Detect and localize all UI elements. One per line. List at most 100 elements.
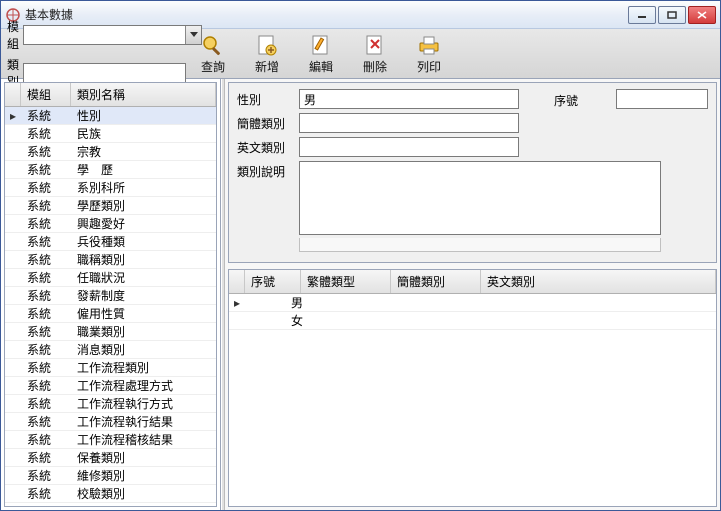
edit-button[interactable]: 編輯 <box>300 33 342 75</box>
cell-name: 校驗類別 <box>71 485 216 502</box>
cell-module: 系統 <box>21 251 71 268</box>
table-row[interactable]: 系統兵役種類 <box>5 233 216 251</box>
table-row[interactable]: 系統民族 <box>5 125 216 143</box>
gender-label: 性別 <box>237 89 293 108</box>
col-seq[interactable]: 序號 <box>245 270 301 293</box>
cell-module: 系統 <box>21 341 71 358</box>
cell-name: 學歷類別 <box>71 197 216 214</box>
table-row[interactable]: 女 <box>229 312 716 330</box>
close-button[interactable] <box>688 6 716 24</box>
cell-name: 興趣愛好 <box>71 215 216 232</box>
cell-name: 消息類別 <box>71 341 216 358</box>
cell-name: 職業類別 <box>71 323 216 340</box>
cell-module: 系統 <box>21 233 71 250</box>
table-row[interactable]: 系統工作流程執行結果 <box>5 413 216 431</box>
detail-grid-body[interactable]: ▸男女 <box>229 294 716 506</box>
cell-module: 系統 <box>21 485 71 502</box>
eng-input[interactable] <box>299 137 519 157</box>
cell-name: 維修類別 <box>71 467 216 484</box>
detail-grid[interactable]: 序號 繁體類型 簡體類別 英文類別 ▸男女 <box>228 269 717 507</box>
table-row[interactable]: 系統校驗類別 <box>5 485 216 503</box>
table-row[interactable]: 系統宗教 <box>5 143 216 161</box>
simp-input[interactable] <box>299 113 519 133</box>
cell-module: 系統 <box>21 287 71 304</box>
cell-module: 系統 <box>21 467 71 484</box>
cell-trad: 女 <box>285 312 375 329</box>
cell-module: 系統 <box>21 413 71 430</box>
cell-module: 系統 <box>21 377 71 394</box>
seq-input[interactable] <box>616 89 708 109</box>
maximize-button[interactable] <box>658 6 686 24</box>
table-row[interactable]: 系統僱用性質 <box>5 305 216 323</box>
table-row[interactable]: 系統工作流程稽核結果 <box>5 431 216 449</box>
table-row[interactable]: 系統維修類別 <box>5 467 216 485</box>
cell-name: 性別 <box>71 107 216 124</box>
gender-input[interactable] <box>299 89 519 109</box>
chevron-down-icon[interactable] <box>185 26 201 44</box>
table-row[interactable]: 系統保養類別 <box>5 449 216 467</box>
cell-name: 系別科所 <box>71 179 216 196</box>
edit-label: 編輯 <box>309 58 333 75</box>
desc-label: 類別說明 <box>237 161 293 180</box>
table-row[interactable]: 系統興趣愛好 <box>5 215 216 233</box>
print-label: 列印 <box>417 58 441 75</box>
cell-name: 工作流程稽核結果 <box>71 431 216 448</box>
cell-name: 發薪制度 <box>71 287 216 304</box>
cell-name: 職稱類別 <box>71 251 216 268</box>
module-combo[interactable] <box>23 25 202 45</box>
edit-icon <box>308 33 334 57</box>
category-grid-body[interactable]: ▸系統性別系統民族系統宗教系統學 歷系統系別科所系統學歷類別系統興趣愛好系統兵役… <box>5 107 216 506</box>
table-row[interactable]: ▸男 <box>229 294 716 312</box>
category-grid[interactable]: 模組 類別名稱 ▸系統性別系統民族系統宗教系統學 歷系統系別科所系統學歷類別系統… <box>4 82 217 507</box>
desc-textarea[interactable] <box>299 161 661 235</box>
cell-name: 學 歷 <box>71 161 216 178</box>
table-row[interactable]: 系統工作流程執行方式 <box>5 395 216 413</box>
cell-module: 系統 <box>21 323 71 340</box>
table-row[interactable]: ▸系統性別 <box>5 107 216 125</box>
add-button[interactable]: 新增 <box>246 33 288 75</box>
query-label: 查詢 <box>201 58 225 75</box>
print-button[interactable]: 列印 <box>408 33 450 75</box>
cell-module: 系統 <box>21 431 71 448</box>
row-indicator: ▸ <box>5 109 21 123</box>
seq-label: 序號 <box>554 90 610 109</box>
cell-name: 工作流程執行方式 <box>71 395 216 412</box>
cell-name: 保養類別 <box>71 449 216 466</box>
desc-hscroll[interactable] <box>299 238 661 252</box>
minimize-button[interactable] <box>628 6 656 24</box>
toolbar: 模組 類別 查詢 新增 編輯 刪除 列印 <box>1 29 720 79</box>
table-row[interactable]: 系統工作流程類別 <box>5 359 216 377</box>
cell-name: 任職狀況 <box>71 269 216 286</box>
col-name[interactable]: 類別名稱 <box>71 83 216 106</box>
category-grid-header: 模組 類別名稱 <box>5 83 216 107</box>
detail-grid-header: 序號 繁體類型 簡體類別 英文類別 <box>229 270 716 294</box>
delete-button[interactable]: 刪除 <box>354 33 396 75</box>
left-panel: 模組 類別名稱 ▸系統性別系統民族系統宗教系統學 歷系統系別科所系統學歷類別系統… <box>1 79 221 510</box>
col-module[interactable]: 模組 <box>21 83 71 106</box>
table-row[interactable]: 系統職稱類別 <box>5 251 216 269</box>
cell-module: 系統 <box>21 125 71 142</box>
col-eng[interactable]: 英文類別 <box>481 270 716 293</box>
table-row[interactable]: 系統學歷類別 <box>5 197 216 215</box>
table-row[interactable]: 系統消息類別 <box>5 341 216 359</box>
table-row[interactable]: 系統學 歷 <box>5 161 216 179</box>
cell-name: 宗教 <box>71 143 216 160</box>
cell-module: 系統 <box>21 143 71 160</box>
module-label: 模組 <box>7 18 19 52</box>
cell-module: 系統 <box>21 359 71 376</box>
cell-name: 工作流程類別 <box>71 359 216 376</box>
cell-name: 工作流程執行結果 <box>71 413 216 430</box>
cell-name: 僱用性質 <box>71 305 216 322</box>
delete-label: 刪除 <box>363 58 387 75</box>
table-row[interactable]: 系統任職狀況 <box>5 269 216 287</box>
cell-module: 系統 <box>21 107 71 124</box>
table-row[interactable]: 系統系別科所 <box>5 179 216 197</box>
table-row[interactable]: 系統職業類別 <box>5 323 216 341</box>
col-trad[interactable]: 繁體類型 <box>301 270 391 293</box>
col-simp[interactable]: 簡體類別 <box>391 270 481 293</box>
add-icon <box>254 33 280 57</box>
cell-module: 系統 <box>21 395 71 412</box>
table-row[interactable]: 系統發薪制度 <box>5 287 216 305</box>
table-row[interactable]: 系統工作流程處理方式 <box>5 377 216 395</box>
module-input[interactable] <box>24 26 185 44</box>
